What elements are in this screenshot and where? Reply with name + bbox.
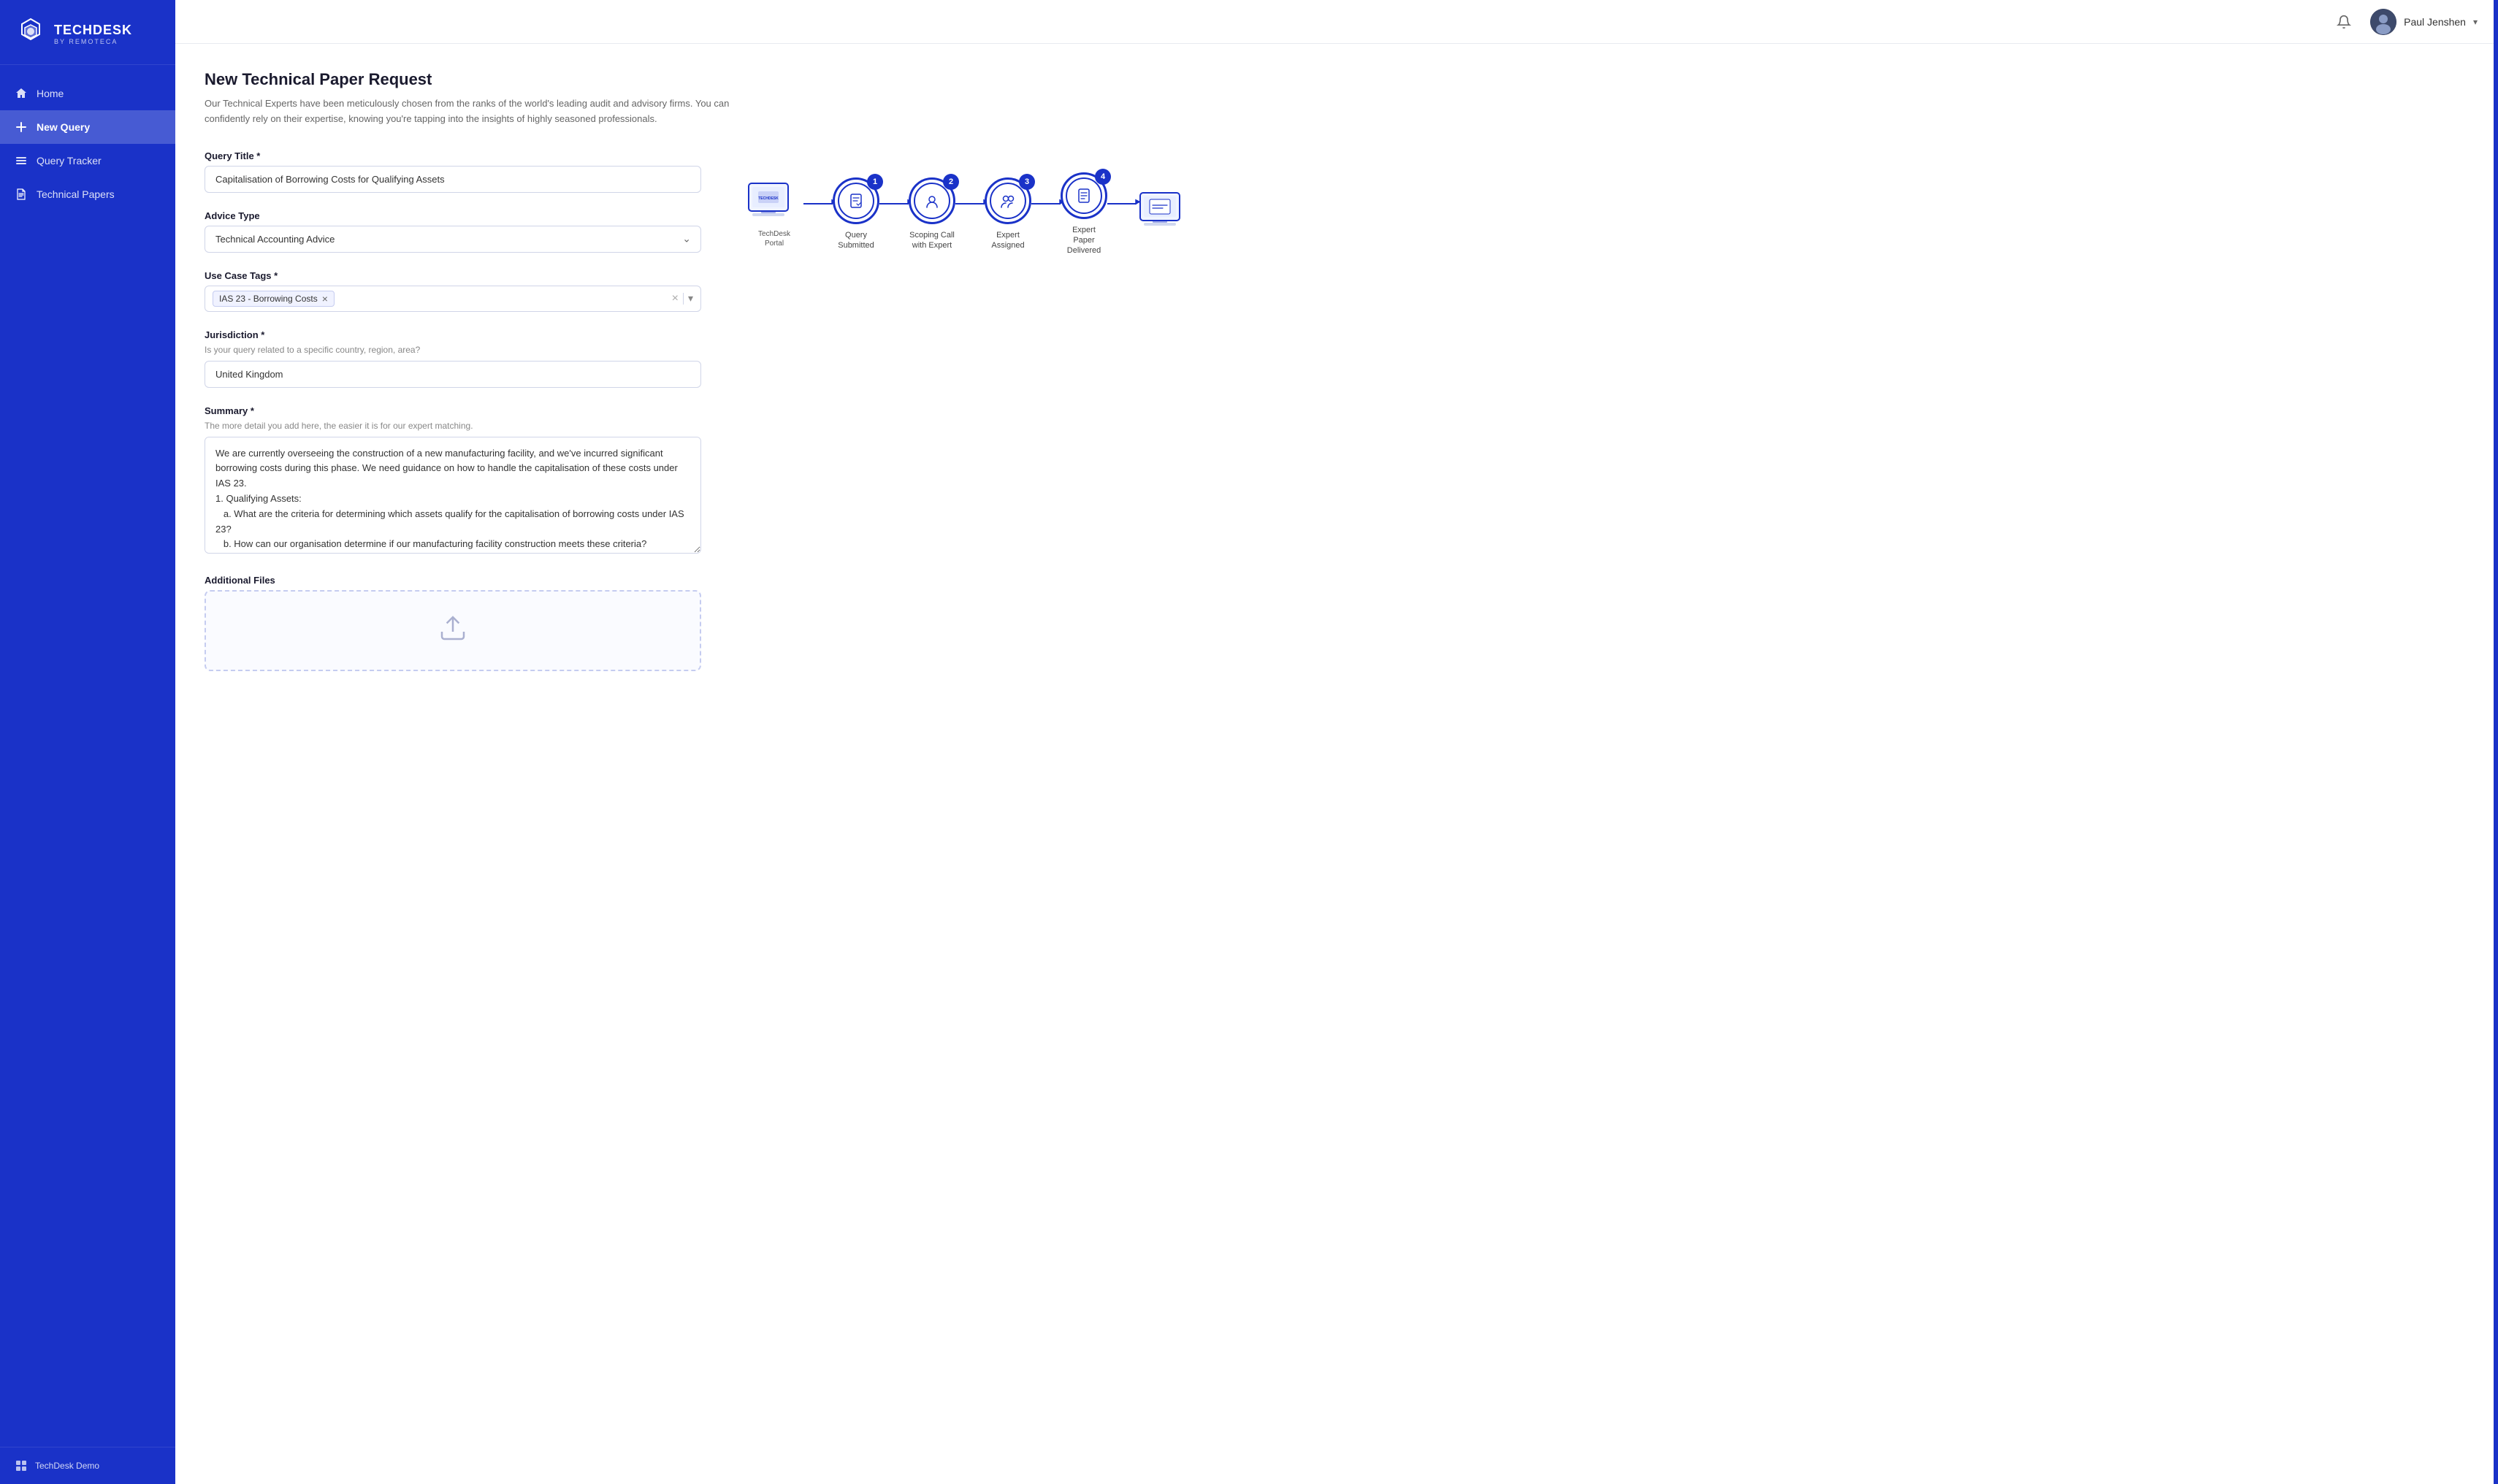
query-title-input[interactable] — [205, 166, 701, 193]
step-2-inner — [914, 183, 950, 219]
additional-files-group: Additional Files — [205, 575, 701, 671]
sidebar-footer: TechDesk Demo — [0, 1447, 175, 1484]
sidebar-item-technical-papers[interactable]: Technical Papers — [0, 177, 175, 211]
diagram-steps: TECHDESK TechDeskPortal — [745, 172, 1195, 256]
step-4-label: Expert Paper Delivered — [1061, 225, 1107, 256]
avatar — [2370, 9, 2396, 35]
sidebar-item-query-tracker[interactable]: Query Tracker — [0, 144, 175, 177]
header: Paul Jenshen ▾ — [175, 0, 2498, 44]
connector-3 — [955, 203, 985, 204]
file-drop-zone[interactable] — [205, 590, 701, 671]
logo-techdesk-text: TECHDESK — [54, 23, 132, 38]
tag-item: IAS 23 - Borrowing Costs × — [213, 291, 335, 307]
step-3-inner — [990, 183, 1026, 219]
document-icon — [15, 188, 28, 201]
summary-textarea[interactable]: We are currently overseeing the construc… — [205, 437, 701, 554]
step-2-label: Scoping Call with Expert — [909, 230, 955, 251]
advice-type-select[interactable]: Technical Accounting Advice Tax Advice R… — [205, 226, 701, 253]
step-3-circle: 3 — [985, 177, 1031, 224]
start-computer-icon: TECHDESK — [745, 180, 803, 223]
tag-divider — [683, 293, 684, 305]
tag-remove-icon[interactable]: × — [322, 294, 328, 304]
footer-label: TechDesk Demo — [35, 1461, 99, 1471]
step-1-inner — [838, 183, 874, 219]
plus-icon — [15, 121, 28, 134]
process-diagram: TECHDESK TechDeskPortal — [745, 158, 1195, 271]
start-computer-label: TechDeskPortal — [758, 229, 790, 248]
diagram-step-3: 3 Expert Assigned — [985, 177, 1031, 251]
page-description: Our Technical Experts have been meticulo… — [205, 96, 730, 127]
process-diagram-section: TECHDESK TechDeskPortal — [745, 150, 1195, 689]
step-4-inner — [1066, 177, 1102, 214]
step-1-icon — [847, 191, 866, 210]
tag-text: IAS 23 - Borrowing Costs — [219, 294, 318, 304]
query-title-label: Query Title * — [205, 150, 701, 161]
logo-icon — [15, 18, 47, 50]
end-computer-icon — [1137, 189, 1195, 233]
tag-dropdown-icon[interactable]: ▾ — [688, 292, 693, 305]
sidebar-item-new-query[interactable]: New Query — [0, 110, 175, 144]
step-1-label: Query Submitted — [833, 230, 879, 251]
connector-5 — [1107, 203, 1137, 204]
step-2-circle: 2 — [909, 177, 955, 224]
user-menu[interactable]: Paul Jenshen ▾ — [2370, 9, 2478, 35]
diagram-step-4: 4 Expert Paper Delivered — [1061, 172, 1107, 256]
form-section: Query Title * Advice Type Technical Acco… — [205, 150, 701, 689]
step-1-badge: 1 — [867, 174, 883, 190]
grid-icon — [15, 1459, 28, 1472]
sidebar: TECHDESK BY REMOTECA Home New Query Quer… — [0, 0, 175, 1484]
step-2-icon — [923, 191, 941, 210]
step-4-circle: 4 — [1061, 172, 1107, 219]
sidebar-logo: TECHDESK BY REMOTECA — [0, 0, 175, 65]
jurisdiction-label: Jurisdiction * — [205, 329, 701, 340]
page-title: New Technical Paper Request — [205, 70, 2469, 89]
right-accent-bar — [2494, 0, 2498, 1484]
tag-clear-icon[interactable]: × — [672, 293, 679, 305]
diagram-end-computer — [1137, 189, 1195, 239]
use-case-tags-label: Use Case Tags * — [205, 270, 701, 281]
advice-type-group: Advice Type Technical Accounting Advice … — [205, 210, 701, 253]
jurisdiction-group: Jurisdiction * Is your query related to … — [205, 329, 701, 388]
step-2-badge: 2 — [943, 174, 959, 190]
content-area: New Technical Paper Request Our Technica… — [175, 44, 2498, 1484]
chevron-down-icon: ▾ — [2473, 17, 2478, 27]
main-area: Paul Jenshen ▾ New Technical Paper Reque… — [175, 0, 2498, 1484]
home-label: Home — [37, 88, 64, 99]
sidebar-nav: Home New Query Query Tracker Technical P… — [0, 65, 175, 1447]
home-icon — [15, 87, 28, 100]
svg-text:TECHDESK: TECHDESK — [758, 196, 779, 201]
query-title-group: Query Title * — [205, 150, 701, 193]
jurisdiction-sublabel: Is your query related to a specific coun… — [205, 345, 701, 355]
additional-files-label: Additional Files — [205, 575, 701, 586]
diagram-step-2: 2 Scoping Call with Expert — [909, 177, 955, 251]
list-icon — [15, 154, 28, 167]
technical-papers-label: Technical Papers — [37, 188, 115, 200]
step-3-label: Expert Assigned — [985, 230, 1031, 251]
diagram-step-1: 1 Query Submitted — [833, 177, 879, 251]
connector-4 — [1031, 203, 1061, 204]
step-4-icon — [1074, 186, 1093, 205]
step-3-icon — [998, 191, 1017, 210]
logo-by-text: BY REMOTECA — [54, 38, 132, 45]
tag-input-wrapper[interactable]: IAS 23 - Borrowing Costs × × ▾ — [205, 286, 701, 312]
step-1-circle: 1 — [833, 177, 879, 224]
connector-2 — [879, 203, 909, 204]
upload-icon — [438, 613, 467, 648]
step-3-badge: 3 — [1019, 174, 1035, 190]
notification-bell[interactable] — [2332, 10, 2356, 34]
sidebar-item-home[interactable]: Home — [0, 77, 175, 110]
jurisdiction-input[interactable] — [205, 361, 701, 388]
diagram-start-computer: TECHDESK TechDeskPortal — [745, 180, 803, 248]
new-query-label: New Query — [37, 121, 90, 133]
username-text: Paul Jenshen — [2404, 16, 2466, 28]
summary-label: Summary * — [205, 405, 701, 416]
advice-type-label: Advice Type — [205, 210, 701, 221]
summary-group: Summary * The more detail you add here, … — [205, 405, 701, 557]
connector-1 — [803, 203, 833, 204]
use-case-tags-group: Use Case Tags * IAS 23 - Borrowing Costs… — [205, 270, 701, 312]
summary-sublabel: The more detail you add here, the easier… — [205, 421, 701, 431]
step-4-badge: 4 — [1095, 169, 1111, 185]
query-tracker-label: Query Tracker — [37, 155, 102, 167]
